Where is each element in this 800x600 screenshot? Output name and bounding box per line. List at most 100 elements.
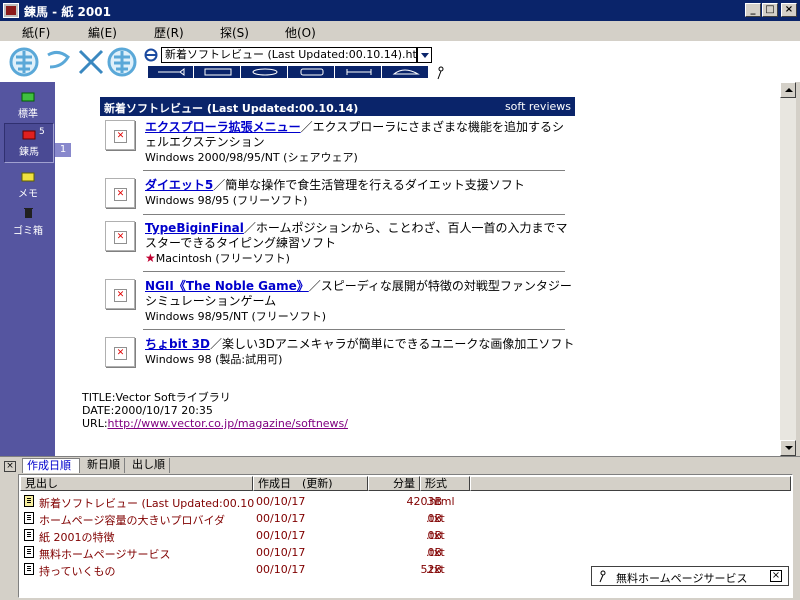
list-item: ✕ ダイエット5／簡単な操作で食生活管理を行えるダイエット支援ソフト Window… — [105, 178, 565, 214]
scroll-down-button[interactable] — [780, 440, 796, 456]
pin-icon — [599, 570, 606, 583]
entry-title-link[interactable]: NGII《The Noble Game》 — [145, 279, 309, 293]
meta-date: DATE:2000/10/17 20:35 — [82, 404, 213, 417]
menu-history[interactable]: 歴(R) — [154, 24, 184, 41]
html-file-icon — [24, 495, 34, 507]
table-row[interactable]: 紙 2001の特徴 00/10/17 0B .txt — [20, 527, 720, 544]
file-name: 持っていくもの — [39, 565, 116, 578]
menu-file[interactable]: 紙(F) — [22, 24, 50, 41]
tab-newest[interactable]: 新日順 — [83, 458, 125, 473]
entry-platform: Windows 98/95/NT (フリーソフト) — [145, 310, 327, 323]
maximize-button[interactable]: □ — [762, 3, 778, 17]
address-dropdown-button[interactable] — [417, 47, 432, 63]
page-meta: TITLE:Vector Softライブラリ DATE:2000/10/17 2… — [82, 391, 348, 430]
file-type: .txt — [426, 512, 445, 525]
green-folder-icon — [21, 92, 35, 102]
meta-url-label: URL: — [82, 417, 108, 430]
popup-close-button[interactable]: × — [770, 570, 782, 582]
divider — [143, 214, 565, 215]
file-name: 新着ソフトレビュー (Last Updated:00.10... — [39, 497, 254, 510]
meta-url-link[interactable]: http://www.vector.co.jp/magazine/softnew… — [108, 417, 348, 430]
wrench-tool-button[interactable] — [336, 66, 382, 78]
tab-output-order[interactable]: 出し順 — [128, 458, 170, 473]
star-icon: ★ — [145, 251, 156, 265]
address-field[interactable]: 新着ソフトレビュー (Last Updated:00.10.14).ht... — [161, 47, 417, 63]
red-folder-icon — [22, 130, 36, 140]
file-name: 紙 2001の特徴 — [39, 531, 115, 544]
app-icon[interactable] — [3, 3, 19, 18]
shoe-tool-button[interactable] — [383, 66, 429, 78]
file-type: .txt — [426, 529, 445, 542]
browser-icon — [144, 48, 158, 62]
broken-image-icon: ✕ — [105, 279, 135, 309]
menu-bar: 紙(F) 編(E) 歴(R) 探(S) 他(O) — [0, 21, 800, 41]
file-date: 00/10/17 — [256, 495, 306, 508]
column-header-type[interactable]: 形式 — [420, 476, 470, 491]
page-header-bar: 新着ソフトレビュー (Last Updated:00.10.14) soft r… — [100, 97, 575, 116]
sidebar-badge: 5 — [39, 127, 45, 137]
sidebar-item-renma[interactable]: 5 鍊馬 — [4, 123, 54, 163]
table-row[interactable]: 新着ソフトレビュー (Last Updated:00.10... 00/10/1… — [20, 493, 720, 510]
entry-title-link[interactable]: ダイエット5 — [145, 178, 213, 192]
table-row[interactable]: 無料ホームページサービス 00/10/17 0B .txt — [20, 544, 720, 561]
column-header-size[interactable]: 分量 — [368, 476, 420, 491]
scroll-up-button[interactable] — [780, 82, 796, 98]
file-type: .txt — [426, 563, 445, 576]
sidebar-item-trash[interactable]: ゴミ箱 — [4, 203, 52, 241]
file-date: 00/10/17 — [256, 546, 306, 559]
tooltip-popup: 無料ホームページサービス × — [591, 566, 789, 586]
entry-description: ／簡単な操作で食生活管理を行えるダイエット支援ソフト — [213, 178, 525, 192]
ruler-tool-button[interactable] — [195, 66, 241, 78]
page-index[interactable]: 1 — [55, 143, 71, 157]
entry-title-link[interactable]: エクスプローラ拡張メニュー — [145, 120, 301, 134]
list-item: ✕ ちょbit 3D／楽しい3Dアニメキャラが簡単にできるユニークな画像加工ソフ… — [105, 337, 574, 373]
entry-platform: Windows 98/95 (フリーソフト) — [145, 194, 308, 207]
list-item: ✕ TypeBiginFinal／ホームポジションから、ことわざ、百人一首の入力… — [105, 221, 568, 271]
pin-icon[interactable] — [436, 66, 446, 80]
file-date: 00/10/17 — [256, 563, 306, 576]
column-header-title[interactable]: 見出し — [20, 476, 253, 491]
sidebar-item-standard[interactable]: 標準 — [4, 86, 52, 124]
entry-title-link[interactable]: ちょbit 3D — [145, 337, 210, 351]
table-row[interactable]: 持っていくもの 00/10/17 52B .txt — [20, 561, 580, 578]
file-type: .txt — [426, 546, 445, 559]
sidebar-item-label: ゴミ箱 — [13, 226, 43, 237]
broken-image-icon: ✕ — [105, 120, 135, 150]
file-name: ホームページ容量の大きいプロバイダ — [39, 514, 226, 527]
sidebar-item-memo[interactable]: メモ — [4, 166, 52, 204]
vertical-scrollbar[interactable] — [780, 82, 796, 456]
close-icon[interactable]: × — [4, 461, 16, 472]
popup-text: 無料ホームページサービス — [616, 572, 748, 585]
file-type: .html — [426, 495, 455, 508]
title-bar: 鍊馬 - 紙 2001 _ □ × — [0, 0, 800, 21]
sidebar: 標準 5 鍊馬 メモ ゴミ箱 — [0, 82, 55, 456]
page-title: 新着ソフトレビュー (Last Updated:00.10.14) — [104, 102, 359, 115]
entry-platform: Windows 2000/98/95/NT (シェアウェア) — [145, 151, 358, 164]
list-item: ✕ NGII《The Noble Game》／スピーディな展開が特徴の対戦型ファ… — [105, 279, 572, 329]
text-file-icon — [24, 563, 34, 575]
sidebar-item-label: メモ — [18, 189, 38, 200]
menu-other[interactable]: 他(O) — [285, 24, 316, 41]
menu-search[interactable]: 探(S) — [220, 24, 249, 41]
sidebar-item-label: 標準 — [18, 109, 38, 120]
column-header-date[interactable]: 作成日 (更新) — [253, 476, 368, 491]
divider — [143, 329, 565, 330]
trash-icon — [24, 208, 33, 218]
entry-title-link[interactable]: TypeBiginFinal — [145, 221, 244, 235]
minimize-button[interactable]: _ — [745, 3, 761, 17]
page-subtitle: soft reviews — [504, 100, 571, 113]
file-name: 無料ホームページサービス — [39, 548, 171, 561]
file-date: 00/10/17 — [256, 512, 306, 525]
entry-description: ／楽しい3Dアニメキャラが簡単にできるユニークな画像加工ソフト — [209, 337, 575, 351]
camera-tool-button[interactable] — [289, 66, 335, 78]
divider — [143, 170, 565, 171]
eye-tool-button[interactable] — [242, 66, 288, 78]
pen-tool-button[interactable] — [148, 66, 194, 78]
toolbar-buttons — [148, 66, 428, 78]
close-button[interactable]: × — [781, 3, 797, 17]
table-row[interactable]: ホームページ容量の大きいプロバイダ 00/10/17 0B .txt — [20, 510, 720, 527]
tab-created-date[interactable]: 作成日順 — [22, 458, 80, 473]
entry-platform: Windows 98 (製品:試用可) — [145, 353, 283, 366]
menu-edit[interactable]: 編(E) — [88, 24, 117, 41]
window-edge — [796, 82, 800, 456]
